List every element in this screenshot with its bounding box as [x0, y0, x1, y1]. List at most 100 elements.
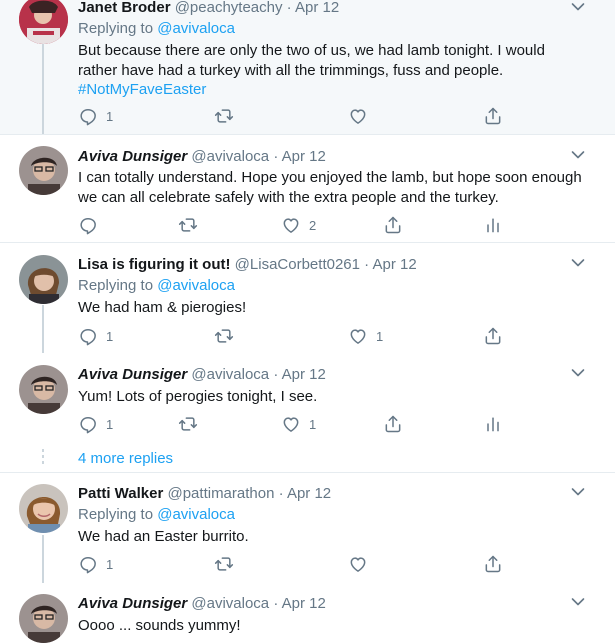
author-name[interactable]: Aviva Dunsiger — [78, 595, 187, 612]
show-more-replies-link[interactable]: 4 more replies — [78, 450, 173, 467]
retweet-button[interactable] — [178, 215, 198, 235]
separator: · — [273, 595, 279, 612]
tweet-header: Patti Walker @pattimarathon · Apr 12 — [78, 485, 331, 502]
tweet-text-content: But because there are only the two of us… — [78, 42, 545, 79]
share-icon — [383, 215, 403, 235]
reply-button[interactable]: 1 — [78, 326, 113, 346]
author-handle[interactable]: @peachyteachy — [175, 0, 283, 16]
chevron-down-icon[interactable] — [571, 368, 585, 378]
replying-to: Replying to @avivaloca — [78, 20, 235, 37]
retweet-button[interactable] — [178, 414, 198, 434]
tweet-text: Oooo ... sounds yummy! — [78, 616, 588, 636]
author-handle[interactable]: @avivaloca — [191, 148, 269, 165]
replying-to-link[interactable]: @avivaloca — [157, 506, 235, 523]
like-button[interactable] — [348, 554, 368, 574]
tweet-text-content: I can totally understand. Hope you enjoy… — [78, 169, 582, 206]
avatar[interactable] — [19, 365, 68, 414]
author-name[interactable]: Lisa is figuring it out! — [78, 256, 231, 273]
tweet-aviva-reply-1[interactable]: Aviva Dunsiger @avivaloca · Apr 12 I can… — [0, 135, 615, 243]
like-icon — [348, 106, 368, 126]
thread-line — [42, 535, 44, 583]
share-button[interactable] — [483, 326, 503, 346]
reply-count: 1 — [106, 416, 114, 432]
like-count: 1 — [376, 328, 384, 344]
tweet-text-content: We had an Easter burrito. — [78, 528, 249, 545]
separator: · — [364, 256, 370, 273]
like-icon — [348, 554, 368, 574]
like-button[interactable]: 1 — [348, 326, 383, 346]
reply-button[interactable]: 1 — [78, 414, 113, 434]
tweet-janet-broder[interactable]: Janet Broder @peachyteachy · Apr 12 Repl… — [0, 0, 615, 135]
thread-line — [42, 44, 44, 134]
avatar-image — [19, 0, 68, 44]
author-name[interactable]: Patti Walker — [78, 485, 163, 502]
chevron-down-icon[interactable] — [571, 597, 585, 607]
author-name[interactable]: Aviva Dunsiger — [78, 148, 187, 165]
like-button[interactable] — [348, 106, 368, 126]
share-button[interactable] — [483, 554, 503, 574]
replying-to-label: Replying to — [78, 506, 154, 523]
tweet-date[interactable]: Apr 12 — [295, 0, 339, 16]
hashtag-link[interactable]: #NotMyFaveEaster — [78, 80, 588, 100]
like-button[interactable]: 2 — [281, 215, 316, 235]
avatar[interactable] — [19, 146, 68, 195]
tweet-aviva-reply-3[interactable]: Aviva Dunsiger @avivaloca · Apr 12 Oooo … — [0, 584, 615, 643]
tweet-header: Janet Broder @peachyteachy · Apr 12 — [78, 0, 339, 16]
reply-button[interactable] — [78, 215, 98, 235]
tweet-date[interactable]: Apr 12 — [282, 366, 326, 383]
separator: · — [273, 366, 279, 383]
tweet-date[interactable]: Apr 12 — [373, 256, 417, 273]
like-count: 2 — [309, 217, 317, 233]
analytics-button[interactable] — [483, 414, 503, 434]
tweet-date[interactable]: Apr 12 — [282, 148, 326, 165]
avatar[interactable] — [19, 484, 68, 533]
avatar[interactable] — [19, 0, 68, 44]
tweet-lisa[interactable]: Lisa is figuring it out! @LisaCorbett026… — [0, 243, 615, 353]
avatar-image — [19, 484, 68, 533]
reply-icon — [78, 106, 98, 126]
share-button[interactable] — [383, 215, 403, 235]
retweet-icon — [214, 554, 234, 574]
like-button[interactable]: 1 — [281, 414, 316, 434]
author-handle[interactable]: @LisaCorbett0261 — [235, 256, 360, 273]
retweet-button[interactable] — [214, 554, 234, 574]
replying-to-link[interactable]: @avivaloca — [157, 277, 235, 294]
chevron-down-icon[interactable] — [571, 487, 585, 497]
chevron-down-icon[interactable] — [571, 150, 585, 160]
author-name[interactable]: Janet Broder — [78, 0, 171, 16]
reply-count: 1 — [106, 108, 114, 124]
tweet-text: We had an Easter burrito. — [78, 527, 588, 547]
tweet-actions: 1 — [78, 554, 578, 574]
reply-button[interactable]: 1 — [78, 106, 113, 126]
author-handle[interactable]: @pattimarathon — [167, 485, 274, 502]
retweet-button[interactable] — [214, 326, 234, 346]
replying-to-link[interactable]: @avivaloca — [157, 20, 235, 37]
separator: · — [286, 0, 292, 16]
tweet-date[interactable]: Apr 12 — [287, 485, 331, 502]
like-icon — [281, 215, 301, 235]
reply-button[interactable]: 1 — [78, 554, 113, 574]
tweet-header: Lisa is figuring it out! @LisaCorbett026… — [78, 256, 417, 273]
avatar-image — [19, 594, 68, 643]
avatar[interactable] — [19, 594, 68, 643]
chevron-down-icon[interactable] — [571, 258, 585, 268]
tweet-patti-walker[interactable]: Patti Walker @pattimarathon · Apr 12 Rep… — [0, 473, 615, 583]
avatar-image — [19, 146, 68, 195]
chevron-down-icon[interactable] — [571, 2, 585, 12]
share-button[interactable] — [383, 414, 403, 434]
share-button[interactable] — [483, 106, 503, 126]
replying-to-label: Replying to — [78, 277, 154, 294]
analytics-button[interactable] — [483, 215, 503, 235]
author-handle[interactable]: @avivaloca — [191, 366, 269, 383]
retweet-icon — [214, 326, 234, 346]
author-name[interactable]: Aviva Dunsiger — [78, 366, 187, 383]
tweet-actions: 1 — [78, 106, 578, 126]
retweet-button[interactable] — [214, 106, 234, 126]
tweet-date[interactable]: Apr 12 — [282, 595, 326, 612]
tweet-text: We had ham & pierogies! — [78, 298, 588, 318]
separator: · — [273, 148, 279, 165]
avatar[interactable] — [19, 255, 68, 304]
author-handle[interactable]: @avivaloca — [191, 595, 269, 612]
reply-count: 1 — [106, 556, 114, 572]
tweet-aviva-reply-2[interactable]: Aviva Dunsiger @avivaloca · Apr 12 Yum! … — [0, 354, 615, 444]
